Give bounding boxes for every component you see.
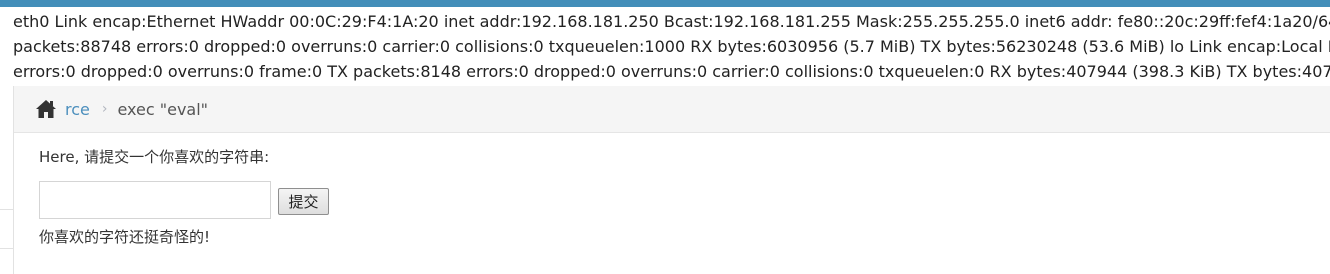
breadcrumb-current-page: exec "eval" [117,99,209,119]
string-input[interactable] [39,181,271,219]
command-output-line-1: eth0 Link encap:Ethernet HWaddr 00:0C:29… [13,12,1330,31]
submit-button[interactable]: 提交 [278,188,329,215]
result-message: 你喜欢的字符还挺奇怪的! [39,228,211,246]
sidebar-divider [0,209,13,210]
main-content: Here, 请提交一个你喜欢的字符串: 提交 你喜欢的字符还挺奇怪的! [14,133,1330,274]
top-accent-bar [0,0,1330,7]
sidebar-edge [0,86,14,274]
breadcrumb: rce › exec "eval" [14,86,1330,133]
sidebar-divider [0,248,13,249]
chevron-right-icon: › [101,101,108,117]
command-output-line-3: errors:0 dropped:0 overruns:0 frame:0 TX… [13,62,1330,81]
command-output-line-2: packets:88748 errors:0 dropped:0 overrun… [13,37,1330,56]
home-icon[interactable] [35,99,57,119]
breadcrumb-link-rce[interactable]: rce [65,100,90,119]
form-prompt: Here, 请提交一个你喜欢的字符串: [39,148,270,166]
